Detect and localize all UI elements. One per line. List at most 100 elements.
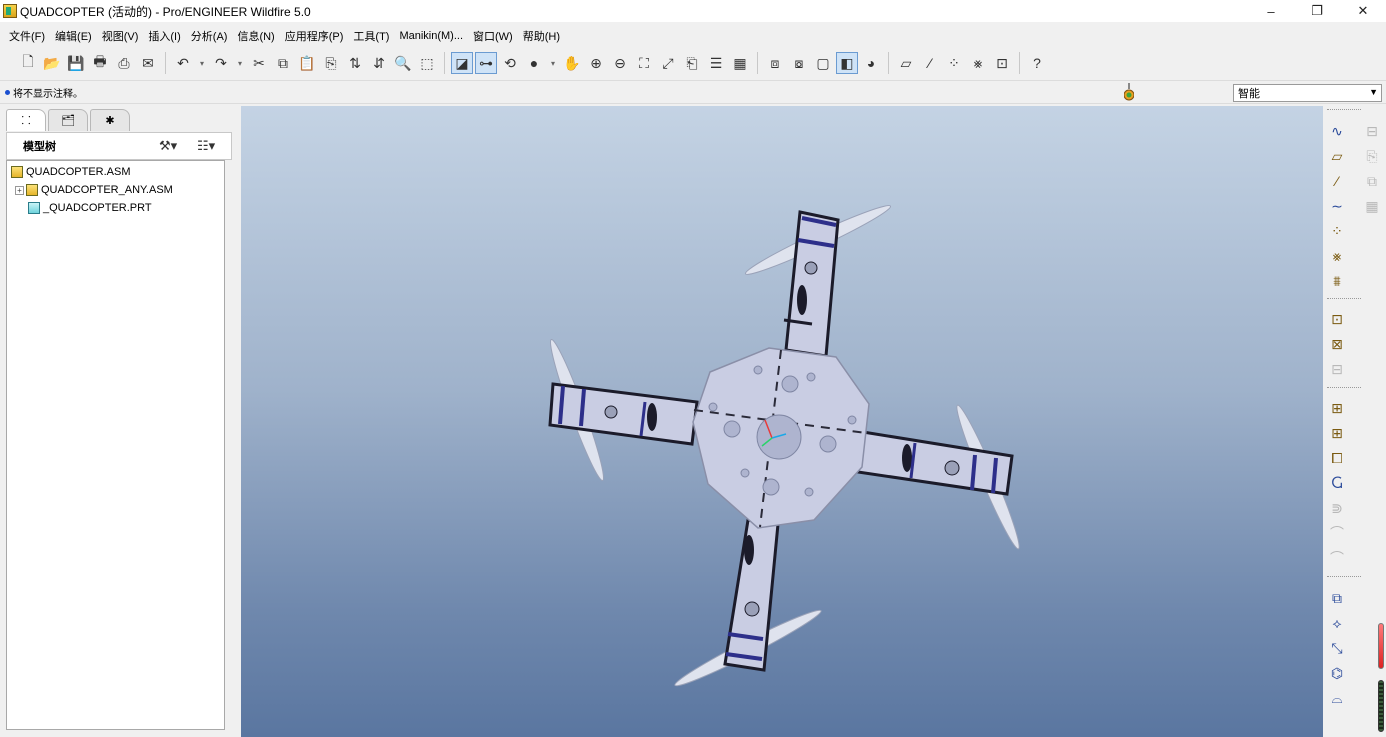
redo-dropdown-icon[interactable]: ▾	[234, 52, 246, 74]
tree-item[interactable]: _QUADCOPTER.PRT	[7, 199, 224, 217]
boundary-icon[interactable]: ⌓	[1326, 687, 1348, 709]
shading-dropdown-icon[interactable]: ▾	[547, 52, 559, 74]
add-component-icon[interactable]: ⊞	[1326, 397, 1348, 419]
menu-info[interactable]: 信息(N)	[232, 28, 279, 44]
graphics-viewport[interactable]	[241, 106, 1323, 737]
package-icon[interactable]: ⧠	[1326, 447, 1348, 469]
paste-special-icon[interactable]: ⎘	[320, 52, 342, 74]
print-preview-icon[interactable]: ⎙	[113, 52, 135, 74]
find-icon[interactable]: 🔍	[392, 52, 414, 74]
save-icon[interactable]: 💾	[65, 52, 87, 74]
reorient-icon[interactable]: ⤢	[657, 52, 679, 74]
wireframe-icon[interactable]: ⧈	[764, 52, 786, 74]
open-folder-icon[interactable]: 📂	[41, 52, 63, 74]
cut-out-icon[interactable]: Ⴚ	[1326, 472, 1348, 494]
no-hidden-icon[interactable]: ▢	[812, 52, 834, 74]
datum-axis-icon[interactable]: ⁄	[1326, 170, 1348, 192]
layers-icon[interactable]: ☰	[705, 52, 727, 74]
menu-help[interactable]: 帮助(H)	[518, 28, 565, 44]
shading-icon[interactable]: ●	[523, 52, 545, 74]
menu-window[interactable]: 窗口(W)	[468, 28, 518, 44]
datum-axes-icon[interactable]: ⁄	[919, 52, 941, 74]
round-icon[interactable]: ⌒	[1326, 522, 1348, 544]
tree-settings-icon[interactable]: ⚒▾	[159, 138, 177, 154]
toolbar-separator	[757, 52, 758, 74]
undo-dropdown-icon[interactable]: ▾	[196, 52, 208, 74]
select-box-icon[interactable]: ⬚	[416, 52, 438, 74]
tab-folder-browser[interactable]: 🗂	[48, 109, 88, 131]
annotation-icon[interactable]: ⊡	[991, 52, 1013, 74]
mirror-icon[interactable]: ⊟	[1361, 120, 1383, 142]
coordinate-system-icon[interactable]: ⨳	[1326, 245, 1348, 267]
symbol-icon[interactable]: ⊟	[1326, 358, 1348, 380]
datum-point-icon[interactable]: ⁘	[1326, 220, 1348, 242]
menu-manikin[interactable]: Manikin(M)...	[394, 30, 468, 42]
window-controls: – ❐ ✕	[1248, 0, 1386, 22]
dashboard-indicator[interactable]	[1378, 623, 1384, 669]
menu-view[interactable]: 视图(V)	[97, 28, 144, 44]
toolbar-separator	[1019, 52, 1020, 74]
copy-feature-icon[interactable]: ⎘	[1361, 145, 1383, 167]
panel-splitter[interactable]	[231, 438, 239, 528]
create-component-icon[interactable]: ⊞	[1326, 422, 1348, 444]
hole-icon[interactable]: ⋑	[1326, 497, 1348, 519]
new-file-icon[interactable]: 🗋	[17, 52, 39, 74]
selection-filter-select[interactable]: 智能 ▼	[1233, 84, 1382, 102]
menu-tools[interactable]: 工具(T)	[348, 28, 394, 44]
minimize-button[interactable]: –	[1248, 0, 1294, 22]
context-help-icon[interactable]: ?	[1026, 52, 1048, 74]
redo-icon[interactable]: ↷	[210, 52, 232, 74]
paste-feature-icon[interactable]: ⧉	[1361, 170, 1383, 192]
menu-insert[interactable]: 插入(I)	[143, 28, 185, 44]
send-mail-icon[interactable]: ✉	[137, 52, 159, 74]
pan-hand-icon[interactable]: ✋	[561, 52, 583, 74]
regenerate-icon[interactable]: ⇅	[344, 52, 366, 74]
assembly-icon	[11, 166, 23, 178]
copy-icon[interactable]: ⧉	[272, 52, 294, 74]
note-icon[interactable]: ⊡	[1326, 308, 1348, 330]
menu-analysis[interactable]: 分析(A)	[186, 28, 233, 44]
move-icon[interactable]: ⧉	[1326, 587, 1348, 609]
enhanced-realism-icon[interactable]: ◕	[860, 52, 882, 74]
surface-finish-icon[interactable]: ⊠	[1326, 333, 1348, 355]
tab-favorites[interactable]: ✱	[90, 109, 130, 131]
paste-icon[interactable]: 📋	[296, 52, 318, 74]
print-icon[interactable]: 🖶	[89, 52, 111, 74]
tree-item[interactable]: + QUADCOPTER_ANY.ASM	[7, 181, 224, 199]
blend-icon[interactable]: ⌬	[1326, 662, 1348, 684]
saved-views-icon[interactable]: ⎗	[681, 52, 703, 74]
cut-icon[interactable]: ✂	[248, 52, 270, 74]
chamfer-icon[interactable]: ⌒	[1326, 547, 1348, 569]
hidden-line-icon[interactable]: ⧇	[788, 52, 810, 74]
refit-icon[interactable]: ⛶	[633, 52, 655, 74]
pattern-icon[interactable]: ▦	[1361, 195, 1383, 217]
sketch-tool-icon[interactable]: ∿	[1326, 120, 1348, 142]
view-manager-icon[interactable]: ▦	[729, 52, 751, 74]
close-button[interactable]: ✕	[1340, 0, 1386, 22]
restore-button[interactable]: ❐	[1294, 0, 1340, 22]
expand-icon[interactable]: +	[15, 185, 24, 195]
zoom-out-icon[interactable]: ⊖	[609, 52, 631, 74]
datum-curve-icon[interactable]: ∼	[1326, 195, 1348, 217]
undo-icon[interactable]: ↶	[172, 52, 194, 74]
zoom-in-icon[interactable]: ⊕	[585, 52, 607, 74]
repaint-icon[interactable]: ◪	[451, 52, 473, 74]
analysis-feature-icon[interactable]: ⩩	[1326, 270, 1348, 292]
orient-mode-icon[interactable]: ⟲	[499, 52, 521, 74]
tab-model-tree[interactable]: ⸬	[6, 109, 46, 131]
spin-center-icon[interactable]: ⊶	[475, 52, 497, 74]
menu-edit[interactable]: 编辑(E)	[50, 28, 97, 44]
menu-applications[interactable]: 应用程序(P)	[280, 28, 349, 44]
coordinate-systems-icon[interactable]: ⨳	[967, 52, 989, 74]
datum-planes-icon[interactable]: ▱	[895, 52, 917, 74]
datum-points-icon[interactable]: ⁘	[943, 52, 965, 74]
tree-show-icon[interactable]: ☷▾	[197, 138, 215, 154]
datum-plane-icon[interactable]: ▱	[1326, 145, 1348, 167]
menu-file[interactable]: 文件(F)	[4, 28, 50, 44]
revolve-icon[interactable]: ⟡	[1326, 612, 1348, 634]
regenerate-manager-icon[interactable]: ⇵	[368, 52, 390, 74]
shaded-icon[interactable]: ◧	[836, 52, 858, 74]
tree-item[interactable]: QUADCOPTER.ASM	[7, 163, 224, 181]
chevron-down-icon: ▼	[1369, 87, 1378, 97]
sweep-icon[interactable]: ⤡	[1326, 637, 1348, 659]
